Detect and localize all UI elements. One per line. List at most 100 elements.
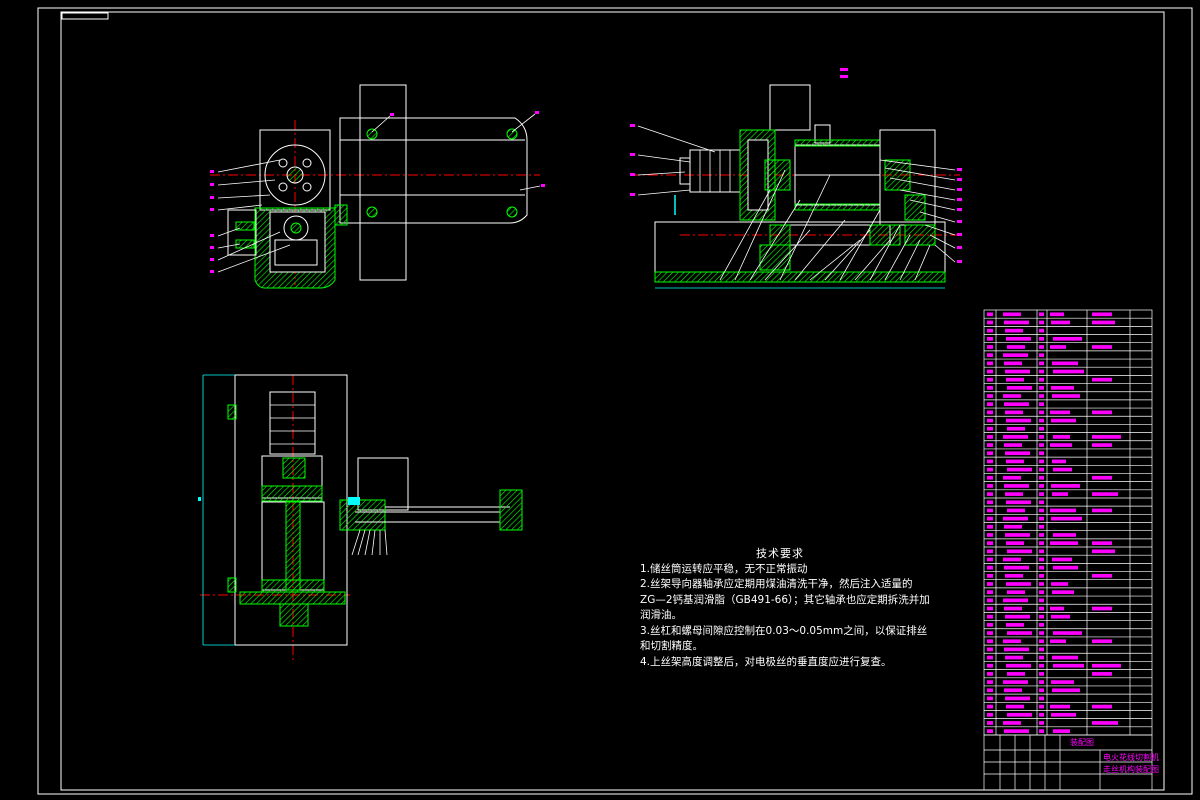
parts-list-mark — [1004, 606, 1022, 611]
parts-list-mark — [1052, 492, 1068, 496]
parts-list-mark — [987, 573, 993, 578]
parts-list-mark — [1007, 712, 1032, 717]
parts-list-mark — [987, 549, 993, 554]
parts-list-mark — [987, 336, 993, 341]
parts-list-mark — [1039, 663, 1044, 668]
parts-list-mark — [1004, 565, 1029, 570]
title-block-title-line1: 电火花线切割机 — [1103, 752, 1159, 762]
parts-list-mark — [1039, 614, 1044, 619]
parts-list-mark — [1051, 582, 1068, 586]
parts-list-mark — [1039, 590, 1044, 595]
parts-list-mark — [1092, 475, 1112, 480]
parts-list-mark — [1051, 680, 1074, 684]
parts-list-mark — [1039, 467, 1044, 472]
parts-list-mark — [1004, 402, 1029, 407]
parts-list-mark — [987, 443, 993, 447]
parts-list-mark — [1039, 606, 1044, 611]
parts-list-mark — [1039, 492, 1044, 496]
parts-list-mark — [1052, 590, 1074, 595]
parts-list-mark — [1039, 623, 1044, 627]
parts-list-mark — [1003, 312, 1021, 317]
parts-list-mark — [987, 721, 993, 725]
parts-list-mark — [1006, 377, 1024, 382]
parts-list-mark — [1092, 377, 1112, 382]
parts-list-mark — [1053, 631, 1082, 635]
parts-list-mark — [1092, 508, 1112, 513]
parts-list-mark — [1039, 582, 1044, 586]
parts-list-mark — [1050, 606, 1064, 611]
parts-list-mark — [987, 377, 993, 382]
parts-list-mark — [1092, 410, 1112, 415]
parts-list-mark — [1039, 729, 1044, 733]
parts-list-mark — [1039, 435, 1044, 439]
parts-list-mark — [1039, 328, 1044, 333]
parts-list-mark — [1006, 582, 1031, 586]
parts-list-mark — [1005, 451, 1030, 456]
parts-list-mark — [1039, 639, 1044, 644]
parts-list-mark — [1005, 410, 1023, 415]
parts-list-mark — [1003, 353, 1028, 357]
tech-req-line: 润滑油。 — [640, 609, 682, 621]
parts-list-mark — [1053, 663, 1084, 668]
parts-list-mark — [1006, 336, 1031, 341]
parts-list-mark — [987, 623, 993, 627]
parts-list-mark — [1039, 459, 1044, 464]
parts-list-mark — [1003, 394, 1021, 398]
parts-list-mark — [1039, 680, 1044, 684]
parts-list-mark — [1092, 345, 1112, 349]
parts-list-mark — [1004, 484, 1029, 488]
parts-list-mark — [987, 386, 993, 390]
parts-list-mark — [987, 606, 993, 611]
parts-list-mark — [987, 557, 993, 562]
parts-list-mark — [1092, 312, 1112, 317]
parts-list-mark — [1039, 508, 1044, 513]
parts-list-mark — [1053, 533, 1076, 537]
parts-list-mark — [987, 320, 993, 325]
parts-list-mark — [1092, 541, 1112, 545]
parts-list-mark — [987, 467, 993, 472]
parts-list-mark — [1051, 614, 1070, 619]
parts-list-mark — [1039, 573, 1044, 578]
parts-list-mark — [1051, 484, 1080, 488]
title-block — [983, 734, 1153, 791]
parts-list-mark — [987, 672, 993, 676]
parts-list-mark — [987, 688, 993, 693]
parts-list-mark — [1051, 320, 1070, 325]
parts-list-mark — [987, 328, 993, 333]
parts-list-mark — [1039, 386, 1044, 390]
parts-list-mark — [987, 712, 993, 717]
parts-list-mark — [1050, 639, 1066, 644]
parts-list-mark — [1092, 663, 1121, 668]
parts-list-mark — [1007, 672, 1025, 676]
parts-list-mark — [1006, 623, 1024, 627]
parts-list-mark — [1039, 631, 1044, 635]
parts-list-mark — [1006, 418, 1031, 423]
parts-list-mark — [1006, 541, 1024, 545]
parts-list-mark — [1039, 484, 1044, 488]
parts-list-mark — [1050, 704, 1070, 709]
parts-list-mark — [1039, 688, 1044, 693]
parts-list-mark — [1006, 663, 1031, 668]
parts-list-mark — [1007, 508, 1025, 513]
parts-list-mark — [1053, 336, 1082, 341]
tech-req-line: 和切割精度。 — [640, 640, 703, 652]
parts-list-mark — [987, 361, 993, 366]
parts-list-mark — [987, 451, 993, 456]
parts-list-mark — [1039, 500, 1044, 505]
parts-list-mark — [1003, 721, 1021, 725]
parts-list-mark — [987, 524, 993, 529]
parts-list-mark — [987, 418, 993, 423]
parts-list-mark — [987, 475, 993, 480]
parts-list-mark — [1051, 516, 1082, 521]
parts-list-mark — [987, 345, 993, 349]
parts-list-mark — [1005, 573, 1023, 578]
parts-list-mark — [1006, 459, 1024, 464]
parts-list-mark — [987, 492, 993, 496]
parts-list-mark — [1051, 418, 1076, 423]
parts-list-mark — [987, 410, 993, 415]
parts-list-mark — [1053, 729, 1070, 733]
plan-view-bottom — [198, 374, 523, 660]
parts-list-mark — [1005, 655, 1023, 660]
parts-list-mark — [1050, 312, 1064, 317]
tech-req-line: 3.丝杠和螺母间隙应控制在0.03～0.05mm之间，以保证排丝 — [640, 624, 928, 637]
